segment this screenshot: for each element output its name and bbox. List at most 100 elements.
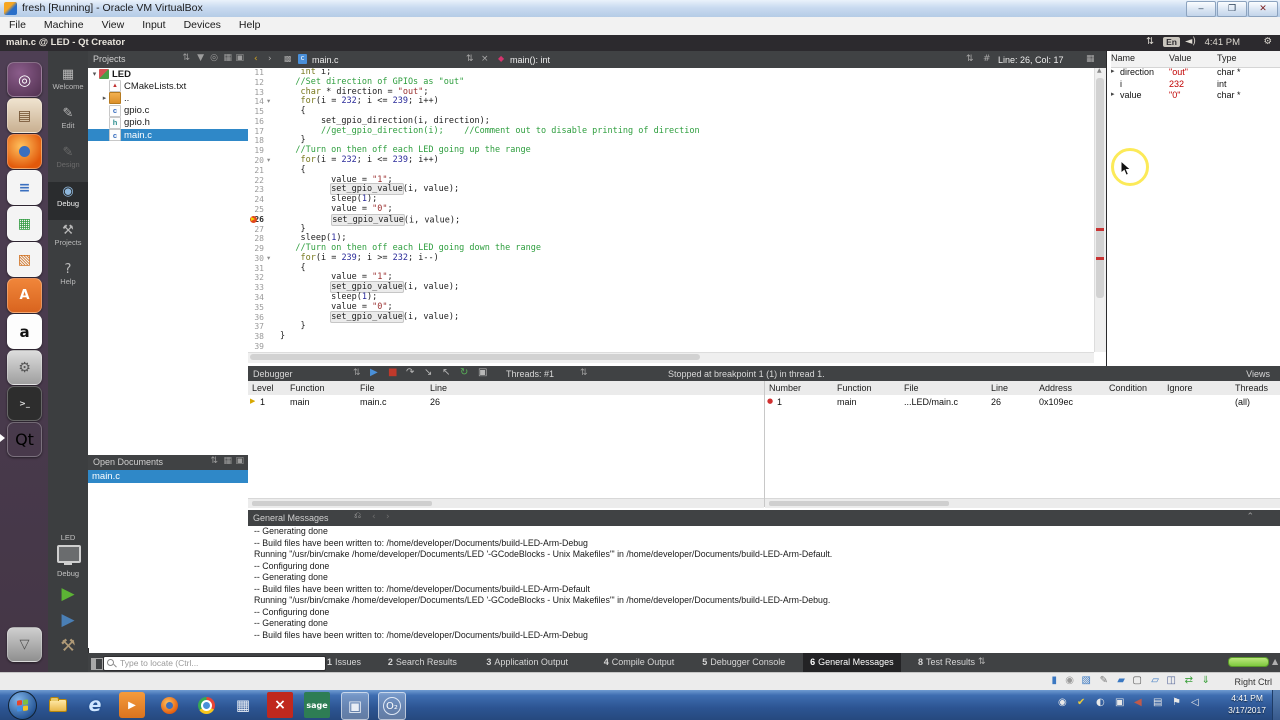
close-button[interactable]: ✕ xyxy=(1248,1,1278,17)
stack-row[interactable]: 1 main main.c 26 ▶ xyxy=(248,395,764,408)
status-shared-folder-icon[interactable]: ▰ xyxy=(1117,676,1125,686)
editor-scrollbar-thumb[interactable] xyxy=(1096,78,1104,298)
expand-arrow-icon[interactable]: ▸ xyxy=(1111,67,1115,75)
tree-item-cmakelists-txt[interactable]: ▲ CMakeLists.txt xyxy=(88,80,248,93)
combo-arrows-icon[interactable]: ⇅ xyxy=(966,54,974,64)
threads-selector[interactable]: Threads: #1 xyxy=(506,369,554,379)
line-number[interactable]: 29 xyxy=(248,244,264,254)
views-button[interactable]: Views xyxy=(1246,369,1270,379)
launcher-amazon-icon[interactable]: a xyxy=(7,314,42,349)
breakpoints-column-condition[interactable]: Condition xyxy=(1105,381,1163,396)
breakpoints-column-address[interactable]: Address xyxy=(1035,381,1105,396)
locals-row-value[interactable]: ▸ value "0" char * xyxy=(1107,90,1280,102)
close-split-icon[interactable]: ▣ xyxy=(235,53,244,63)
symbol-dropdown[interactable]: main(): int xyxy=(510,55,550,65)
line-number[interactable]: 13 xyxy=(248,88,264,98)
tray-action-center-flag-icon[interactable]: ⚑ xyxy=(1172,697,1181,708)
tray-display-icon[interactable]: ▣ xyxy=(1115,697,1124,708)
document-dropdown[interactable]: main.c xyxy=(312,55,339,65)
open-document-main-c[interactable]: main.c xyxy=(88,470,248,483)
locals-row-direction[interactable]: ▸ direction "out" char * xyxy=(1107,67,1280,79)
line-number[interactable]: 30 xyxy=(248,254,264,264)
line-number[interactable]: 34 xyxy=(248,293,264,303)
code-line-38[interactable]: 38} xyxy=(248,331,1094,342)
panel-clock[interactable]: 4:41 PM xyxy=(1205,37,1240,48)
stack-column-file[interactable]: File xyxy=(356,381,426,396)
menu-item-input[interactable]: Input xyxy=(133,17,174,33)
locals-column-value[interactable]: Value xyxy=(1169,51,1217,68)
pane-nav-arrows-icon[interactable]: ⇅ xyxy=(978,658,986,667)
launcher-settings-icon[interactable]: ⚙ xyxy=(7,350,42,385)
line-number[interactable]: 24 xyxy=(248,195,264,205)
status-pen-icon[interactable]: ✎ xyxy=(1100,676,1108,686)
breakpoints-column-threads[interactable]: Threads xyxy=(1231,381,1280,396)
line-number[interactable]: 15 xyxy=(248,107,264,117)
tray-volume-icon[interactable]: ◁ xyxy=(1191,697,1199,708)
maximize-pane-icon[interactable]: ▲ xyxy=(1272,658,1278,666)
status-optical-disk-icon[interactable]: ◉ xyxy=(1065,676,1074,686)
tree-item-led[interactable]: ▾ LED xyxy=(88,68,248,80)
mode-help[interactable]: ? Help xyxy=(48,260,88,298)
taskbar-x-app-icon[interactable]: × xyxy=(267,692,293,718)
launcher-writer-icon[interactable]: ≡ xyxy=(7,170,42,205)
fold-marker-icon[interactable]: ▾ xyxy=(267,97,276,107)
bookmark-hash-icon[interactable]: # xyxy=(983,54,991,64)
output-pane-general-messages[interactable]: 6 General Messages xyxy=(803,653,901,672)
step-over-icon[interactable]: ↷ xyxy=(406,368,414,378)
code-line-20[interactable]: 20 ▾ for(i = 232; i <= 239; i++) xyxy=(248,155,1094,166)
locals-column-name[interactable]: Name xyxy=(1111,51,1169,68)
start-button[interactable] xyxy=(8,691,37,720)
minimize-button[interactable]: – xyxy=(1186,1,1216,17)
menu-item-machine[interactable]: Machine xyxy=(35,17,93,33)
keyboard-indicator[interactable]: En xyxy=(1163,36,1180,47)
tree-expander-icon[interactable]: ▸ xyxy=(100,94,109,102)
tray-security-shield-icon[interactable]: ✔ xyxy=(1077,697,1085,708)
launcher-trash-icon[interactable]: ▽ xyxy=(7,627,42,662)
mode-debug[interactable]: ◉ Debug xyxy=(48,182,88,220)
prev-icon[interactable]: ‹ xyxy=(372,512,376,522)
tray-updates-icon[interactable]: ◐ xyxy=(1096,697,1105,708)
code-line-17[interactable]: 17 //get_gpio_direction(i); //Comment ou… xyxy=(248,126,1094,137)
stack-column-line[interactable]: Line xyxy=(426,381,764,396)
line-number[interactable]: 39 xyxy=(248,342,264,352)
split-icon[interactable]: ▦ xyxy=(223,456,232,466)
taskbar-virtualbox-icon[interactable]: ▣ xyxy=(341,692,369,720)
status-download-icon[interactable]: ⇓ xyxy=(1202,676,1210,686)
menu-item-view[interactable]: View xyxy=(93,17,134,33)
line-number[interactable]: 20 xyxy=(248,156,264,166)
stack-hscrollbar[interactable] xyxy=(248,498,764,508)
status-usb-icon[interactable]: ◫ xyxy=(1167,676,1176,686)
line-number[interactable]: 31 xyxy=(248,264,264,274)
locator-input[interactable]: Type to locate (Ctrl... xyxy=(103,655,326,671)
fold-marker-icon[interactable]: ▾ xyxy=(267,254,276,264)
taskbar-chrome-icon[interactable] xyxy=(193,692,219,718)
tree-expander-icon[interactable]: ▾ xyxy=(90,70,99,78)
editor-hscrollbar-thumb[interactable] xyxy=(250,354,700,360)
breakpoints-row[interactable]: 1 main ...LED/main.c 26 0x109ec (all) ● xyxy=(765,395,1280,408)
code-line-27[interactable]: 27 } xyxy=(248,224,1094,235)
menu-item-help[interactable]: Help xyxy=(230,17,270,33)
stop-icon[interactable]: ■ xyxy=(388,368,397,378)
launcher-impress-icon[interactable]: ▧ xyxy=(7,242,42,277)
expand-arrow-icon[interactable]: ▸ xyxy=(1111,90,1115,98)
line-number[interactable]: 37 xyxy=(248,322,264,332)
virtualbox-titlebar[interactable]: fresh [Running] - Oracle VM VirtualBox –… xyxy=(0,0,1280,18)
status-hdd-icon[interactable]: ▮ xyxy=(1051,676,1057,686)
code-line-14[interactable]: 14 ▾ for(i = 232; i <= 239; i++) xyxy=(248,96,1094,107)
forward-icon[interactable]: › xyxy=(268,54,272,64)
line-number[interactable]: 27 xyxy=(248,225,264,235)
launcher-calc-icon[interactable]: ▦ xyxy=(7,206,42,241)
tree-item-gpio-c[interactable]: c gpio.c xyxy=(88,104,248,117)
line-number[interactable]: 32 xyxy=(248,273,264,283)
combo-arrows-icon[interactable]: ⇅ xyxy=(182,53,190,63)
taskbar-calculator-icon[interactable]: ▦ xyxy=(230,692,256,718)
taskbar-explorer-icon[interactable] xyxy=(45,692,71,718)
show-desktop-button[interactable] xyxy=(1272,690,1280,720)
line-number[interactable]: 38 xyxy=(248,332,264,342)
maximize-button[interactable]: ❐ xyxy=(1217,1,1247,17)
line-number[interactable]: 12 xyxy=(248,78,264,88)
output-pane-application-output[interactable]: 3 Application Output xyxy=(479,653,575,672)
detach-icon[interactable]: ▣ xyxy=(478,368,487,378)
kit-selector-icon[interactable] xyxy=(57,545,81,563)
breakpoints-column-file[interactable]: File xyxy=(900,381,987,396)
